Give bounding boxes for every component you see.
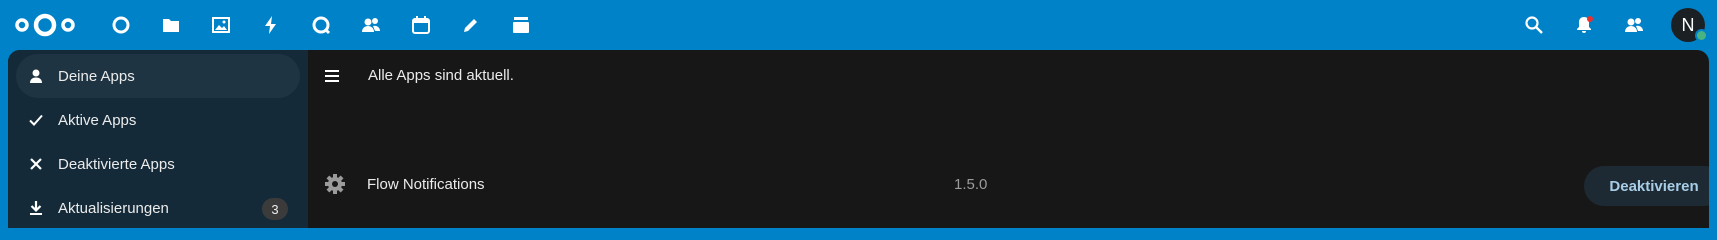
- gear-icon: [324, 173, 346, 195]
- deactivate-button[interactable]: Deaktivieren: [1584, 166, 1709, 206]
- files-icon[interactable]: [146, 0, 196, 50]
- menu-icon[interactable]: [318, 62, 346, 90]
- contacts-icon[interactable]: [346, 0, 396, 50]
- search-icon[interactable]: [1509, 0, 1559, 50]
- sidebar-item-active-apps[interactable]: Aktive Apps: [16, 98, 300, 142]
- dashboard-icon[interactable]: [96, 0, 146, 50]
- calendar-icon[interactable]: [396, 0, 446, 50]
- sidebar-item-label: Aktualisierungen: [58, 199, 169, 217]
- photos-icon[interactable]: [196, 0, 246, 50]
- sidebar-item-label: Deine Apps: [58, 67, 135, 85]
- sidebar-item-label: Aktive Apps: [58, 111, 137, 129]
- notification-dot: [1587, 16, 1593, 22]
- contacts-menu-icon[interactable]: [1609, 0, 1659, 50]
- close-icon: [28, 156, 44, 172]
- sidebar-item-updates[interactable]: Aktualisierungen 3: [16, 186, 300, 228]
- update-status-text: Alle Apps sind aktuell.: [368, 67, 514, 84]
- top-header: N: [0, 0, 1717, 50]
- online-status-icon: [1695, 29, 1708, 42]
- sidebar-item-disabled-apps[interactable]: Deaktivierte Apps: [16, 142, 300, 186]
- nextcloud-logo[interactable]: [14, 12, 76, 38]
- header-right: N: [1509, 0, 1717, 50]
- app-menu: [96, 0, 546, 50]
- avatar-initial: N: [1681, 14, 1695, 35]
- sidebar: Deine Apps Aktive Apps Deaktivierte Apps…: [8, 50, 308, 228]
- notifications-icon[interactable]: [1559, 0, 1609, 50]
- app-list-row: Flow Notifications 1.5.0 Deaktivieren: [308, 165, 1709, 206]
- main-content: Alle Apps sind aktuell. Flow Notificatio…: [308, 50, 1709, 228]
- notes-icon[interactable]: [446, 0, 496, 50]
- check-icon: [28, 112, 44, 128]
- app-content-wrapper: Deine Apps Aktive Apps Deaktivierte Apps…: [8, 50, 1709, 228]
- deck-icon[interactable]: [496, 0, 546, 50]
- app-version: 1.5.0: [954, 176, 988, 193]
- activity-icon[interactable]: [246, 0, 296, 50]
- download-icon: [28, 200, 44, 216]
- app-name[interactable]: Flow Notifications: [367, 176, 485, 193]
- user-menu[interactable]: N: [1659, 0, 1717, 50]
- user-icon: [28, 68, 44, 84]
- updates-count-badge: 3: [262, 198, 288, 220]
- sidebar-item-label: Deaktivierte Apps: [58, 155, 175, 173]
- talk-icon[interactable]: [296, 0, 346, 50]
- sidebar-item-your-apps[interactable]: Deine Apps: [16, 54, 300, 98]
